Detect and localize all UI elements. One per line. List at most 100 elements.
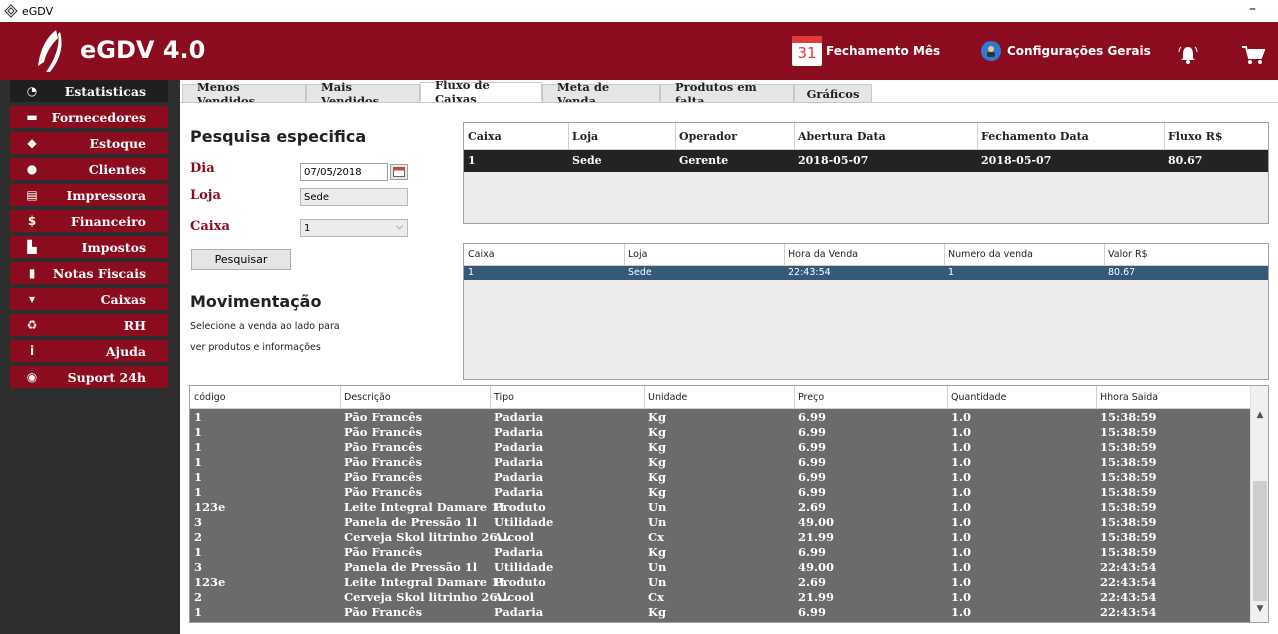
fechamento-mes-label: Fechamento Mês <box>826 44 941 58</box>
table-row[interactable]: 2 Cerveja Skol litrinho 26... Alcool Cx 21.9… <box>190 590 1250 605</box>
table-cell: Pão Francês <box>344 485 423 499</box>
table-cell: Kg <box>648 470 667 484</box>
tab-meta-de-venda[interactable]: Meta de Venda <box>542 80 660 108</box>
table-row[interactable]: 1 Sede Gerente 2018-05-07 2018-05-07 80.67 <box>464 150 1268 172</box>
notification-bell-button[interactable] <box>1177 40 1199 70</box>
column-divider <box>340 386 341 409</box>
dia-label: Dia <box>190 161 215 176</box>
pesquisar-button[interactable]: Pesquisar <box>191 249 291 270</box>
column-divider <box>947 386 948 409</box>
sidebar-item-financeiro[interactable]: $ Financeiro <box>10 210 168 232</box>
table-row[interactable]: 1 Pão Francês Padaria Kg 6.99 1.0 15:38:59 <box>190 425 1250 440</box>
table-row[interactable]: 123e Leite Integral Damare 1L Produto Un 2.6… <box>190 575 1250 590</box>
table-row[interactable]: 1 Sede 22:43:54 1 80.67 <box>464 266 1268 280</box>
table-cell: 1 <box>468 267 475 278</box>
tab-produtos-em-falta[interactable]: Produtos em falta <box>660 80 794 108</box>
chart-icon: ◔ <box>26 84 38 98</box>
table-row[interactable]: 123e Leite Integral Damare 1L Produto Un 2.6… <box>190 500 1250 515</box>
column-header[interactable]: Valor R$ <box>1108 249 1148 260</box>
column-header[interactable]: Abertura Data <box>798 130 886 143</box>
column-header[interactable]: Caixa <box>468 130 502 143</box>
column-header[interactable]: Fechamento Data <box>981 130 1089 143</box>
sidebar-item-impressora[interactable]: ▤ Impressora <box>10 184 168 206</box>
configuracoes-gerais-button[interactable]: Configurações Gerais <box>981 36 1151 66</box>
table-row[interactable]: 3 Panela de Pressão 1l Utilidade Un 49.00 1.0… <box>190 515 1250 530</box>
table-row[interactable]: 1 Pão Francês Padaria Kg 6.99 1.0 15:38:59 <box>190 455 1250 470</box>
scroll-up-icon[interactable]: ▲ <box>1251 410 1269 426</box>
fechamento-mes-button[interactable]: 31 Fechamento Mês <box>792 36 940 66</box>
column-header[interactable]: Operador <box>679 130 737 143</box>
sidebar-item-impostos[interactable]: ▙ Impostos <box>10 236 168 258</box>
table-cell: 6.99 <box>798 410 827 424</box>
sidebar-item-fornecedores[interactable]: ▬ Fornecedores <box>10 106 168 128</box>
sidebar-item-label: RH <box>123 317 146 333</box>
table-cell: 2018-05-07 <box>981 154 1052 167</box>
vendas-table: Caixa Loja Hora da Venda Numero da venda Val… <box>463 243 1269 380</box>
table-row[interactable]: 1 Pão Francês Padaria Kg 6.99 1.0 15:38:59 <box>190 485 1250 500</box>
table-cell: Panela de Pressão 1l <box>344 515 478 529</box>
tab-menos-vendidos[interactable]: Menos Vendidos <box>182 80 306 108</box>
table-cell: 49.00 <box>798 560 835 574</box>
scroll-down-icon[interactable]: ▼ <box>1251 604 1269 620</box>
sidebar-item-caixas[interactable]: ▾ Caixas <box>10 288 168 310</box>
caixa-select[interactable]: 1 ⌵ <box>300 219 408 237</box>
table-row[interactable]: 2 Cerveja Skol litrinho 26... Alcool Cx 21.9… <box>190 530 1250 545</box>
table-cell: Gerente <box>679 154 729 167</box>
table-cell: 1.0 <box>951 485 972 499</box>
sidebar-item-clientes[interactable]: ● Clientes <box>10 158 168 180</box>
column-header[interactable]: Descrição <box>344 392 391 403</box>
fluxo-de-caixas-panel: Pesquisa especifica Dia 07/05/2018 Loja … <box>180 102 1278 634</box>
sidebar-item-notas-fiscais[interactable]: ▮ Notas Fiscais <box>10 262 168 284</box>
column-header[interactable]: código <box>194 392 226 403</box>
table-cell: Padaria <box>494 455 544 469</box>
table-row[interactable]: 1 Pão Francês Padaria Kg 6.99 1.0 15:38:59 <box>190 440 1250 455</box>
column-header[interactable]: Loja <box>572 130 598 143</box>
table-cell: 21.99 <box>798 590 835 604</box>
column-header[interactable]: Hora da Venda <box>788 249 858 260</box>
column-header[interactable]: Loja <box>628 249 647 260</box>
table-cell: Panela de Pressão 1l <box>344 560 478 574</box>
minimize-button[interactable]: – <box>1249 1 1256 17</box>
vendas-table-header: Caixa Loja Hora da Venda Numero da venda Val… <box>464 244 1268 266</box>
table-row[interactable]: 1 Pão Francês Padaria Kg 6.99 1.0 15:38:59 <box>190 410 1250 425</box>
table-row[interactable]: 1 Pão Francês Padaria Kg 6.99 1.0 22:43:54 <box>190 605 1250 620</box>
table-row[interactable]: 1 Pão Francês Padaria Kg 6.99 1.0 15:38:59 <box>190 470 1250 485</box>
table-cell: 1.0 <box>951 470 972 484</box>
column-header[interactable]: Preço <box>798 392 824 403</box>
table-cell: 15:38:59 <box>1100 425 1157 439</box>
table-row[interactable]: 1 Pão Francês Padaria Kg 6.99 1.0 15:38:59 <box>190 545 1250 560</box>
table-cell: 15:38:59 <box>1100 440 1157 454</box>
scroll-thumb[interactable] <box>1253 481 1267 601</box>
table-cell: Pão Francês <box>344 425 423 439</box>
table-cell: Padaria <box>494 440 544 454</box>
tab-mais-vendidos[interactable]: Mais Vendidos <box>306 80 420 108</box>
table-row[interactable]: 3 Panela de Pressão 1l Utilidade Un 49.00 1.0… <box>190 560 1250 575</box>
sidebar-item-ajuda[interactable]: i Ajuda <box>10 340 168 362</box>
column-header[interactable]: Quantidade <box>951 392 1006 403</box>
produtos-table: código Descrição Tipo Unidade Preço Quantidad… <box>189 385 1269 623</box>
table-cell: 80.67 <box>1108 267 1136 278</box>
column-header[interactable]: Numero da venda <box>948 249 1033 260</box>
table-cell: Pão Francês <box>344 605 423 619</box>
column-header[interactable]: Tipo <box>494 392 514 403</box>
date-picker-button[interactable] <box>390 164 408 180</box>
shopping-cart-icon <box>1242 46 1265 64</box>
table-cell: 1.0 <box>951 545 972 559</box>
table-cell: Un <box>648 515 667 529</box>
column-header[interactable]: Fluxo R$ <box>1168 130 1223 143</box>
column-header[interactable]: Hhora Saida <box>1100 392 1158 403</box>
tab-gr-ficos[interactable]: Gráficos <box>794 84 872 102</box>
sidebar-item-estatisticas[interactable]: ◔ Estatisticas <box>10 80 168 102</box>
table-cell: 1.0 <box>951 440 972 454</box>
cart-button[interactable] <box>1241 40 1265 70</box>
dia-date-field[interactable]: 07/05/2018 <box>300 163 388 181</box>
column-header[interactable]: Unidade <box>648 392 687 403</box>
printer-icon: ▤ <box>26 188 38 202</box>
sidebar-item-rh[interactable]: ♻ RH <box>10 314 168 336</box>
table-cell: 21.99 <box>798 530 835 544</box>
tab-fluxo-de-caixas[interactable]: Fluxo de Caixas <box>420 78 542 106</box>
sidebar-item-suport-24h[interactable]: ◉ Suport 24h <box>10 366 168 388</box>
sidebar-item-estoque[interactable]: ◆ Estoque <box>10 132 168 154</box>
column-header[interactable]: Caixa <box>468 249 495 260</box>
produtos-scrollbar[interactable]: ▲ ▼ <box>1250 386 1268 622</box>
